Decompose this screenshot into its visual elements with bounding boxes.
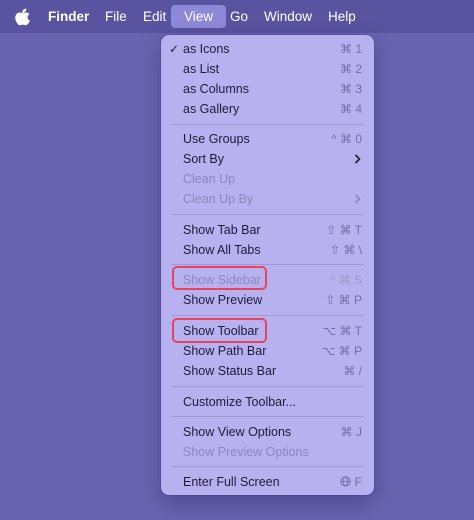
menu-item-shortcut: ⌘ /: [343, 364, 362, 378]
menubar-go[interactable]: Go: [230, 0, 248, 33]
menu-item-label: Show Path Bar: [183, 344, 267, 358]
menu-item-label: Use Groups: [183, 132, 250, 146]
menu-separator: [171, 466, 364, 467]
menu-item-label: Show Status Bar: [183, 364, 277, 378]
menu-item-label: Clean Up: [183, 172, 236, 186]
menu-item-label: Show View Options: [183, 425, 292, 439]
menubar-app-finder[interactable]: Finder: [48, 0, 89, 33]
menubar-window[interactable]: Window: [264, 0, 312, 33]
menu-item-shortcut: ^ ⌘ S: [329, 273, 362, 287]
menu-item-enter-full-screen[interactable]: Enter Full Screen F: [161, 472, 374, 492]
menu-item-shortcut: ⇧ ⌘ \: [329, 243, 362, 257]
menu-item-sort-by[interactable]: Sort By: [161, 149, 374, 169]
menu-item-show-status-bar[interactable]: Show Status Bar ⌘ /: [161, 361, 374, 381]
chevron-right-icon: [354, 154, 361, 164]
menu-item-clean-up-by: Clean Up By: [161, 189, 374, 209]
globe-icon: [340, 476, 351, 487]
menu-item-label: Show Preview Options: [183, 445, 309, 459]
checkmark-icon: ✓: [169, 42, 180, 56]
menu-item-customize-toolbar[interactable]: Customize Toolbar...: [161, 392, 374, 412]
menu-item-as-columns[interactable]: as Columns ⌘ 3: [161, 79, 374, 99]
menu-item-show-preview-options: Show Preview Options: [161, 442, 374, 462]
menu-item-label: as Gallery: [183, 102, 240, 116]
menu-item-shortcut: ⌥ ⌘ T: [322, 324, 362, 338]
menu-item-label: Show All Tabs: [183, 243, 261, 257]
menu-item-as-icons[interactable]: ✓ as Icons ⌘ 1: [161, 39, 374, 59]
menu-item-label: as List: [183, 62, 220, 76]
menu-separator: [171, 315, 364, 316]
menubar-help[interactable]: Help: [328, 0, 356, 33]
apple-logo-icon[interactable]: [15, 8, 31, 26]
menu-item-shortcut: ⌘ 1: [339, 42, 362, 56]
menu-item-label: Show Preview: [183, 293, 263, 307]
menu-item-show-tab-bar[interactable]: Show Tab Bar ⇧ ⌘ T: [161, 220, 374, 240]
menubar-file[interactable]: File: [105, 0, 127, 33]
menu-item-shortcut: ^ ⌘ 0: [331, 132, 362, 146]
menu-item-clean-up: Clean Up: [161, 169, 374, 189]
menu-item-as-list[interactable]: as List ⌘ 2: [161, 59, 374, 79]
menu-separator: [171, 386, 364, 387]
highlight-box-show-sidebar: [172, 266, 267, 290]
menu-item-label: as Columns: [183, 82, 249, 96]
chevron-right-icon: [354, 194, 361, 204]
menu-separator: [171, 214, 364, 215]
menu-separator: [171, 264, 364, 265]
menu-item-shortcut: ⇧ ⌘ T: [326, 223, 362, 237]
menu-item-show-path-bar[interactable]: Show Path Bar ⌥ ⌘ P: [161, 341, 374, 361]
menu-item-label: Enter Full Screen: [183, 475, 280, 489]
menu-item-shortcut: ⌘ 4: [339, 102, 362, 116]
menu-item-shortcut: ⌘ 2: [339, 62, 362, 76]
menu-item-use-groups[interactable]: Use Groups ^ ⌘ 0: [161, 129, 374, 149]
menu-item-shortcut: ⌘ J: [340, 425, 362, 439]
menu-item-show-all-tabs[interactable]: Show All Tabs ⇧ ⌘ \: [161, 240, 374, 260]
menu-item-shortcut-key: F: [354, 475, 362, 489]
menubar-view[interactable]: View: [171, 5, 227, 28]
menu-item-label: Clean Up By: [183, 192, 254, 206]
menu-item-shortcut: F: [340, 472, 362, 492]
highlight-box-show-toolbar: [172, 318, 267, 343]
menu-item-show-view-options[interactable]: Show View Options ⌘ J: [161, 422, 374, 442]
menu-item-shortcut: ⌘ 3: [339, 82, 362, 96]
menu-separator: [171, 416, 364, 417]
menu-item-label: as Icons: [183, 42, 230, 56]
menu-separator: [171, 124, 364, 125]
menu-item-show-preview[interactable]: Show Preview ⇧ ⌘ P: [161, 290, 374, 310]
menu-item-label: Customize Toolbar...: [183, 395, 297, 409]
menu-item-label: Sort By: [183, 152, 224, 166]
menu-item-shortcut: ⌥ ⌘ P: [321, 344, 363, 358]
menubar-edit[interactable]: Edit: [143, 0, 166, 33]
menu-bar: Finder File Edit View Go Window Help: [0, 0, 474, 33]
menu-item-label: Show Tab Bar: [183, 223, 261, 237]
view-menu-dropdown: ✓ as Icons ⌘ 1 as List ⌘ 2 as Columns ⌘ …: [161, 35, 374, 495]
menu-item-shortcut: ⇧ ⌘ P: [325, 293, 362, 307]
menu-item-as-gallery[interactable]: as Gallery ⌘ 4: [161, 99, 374, 119]
